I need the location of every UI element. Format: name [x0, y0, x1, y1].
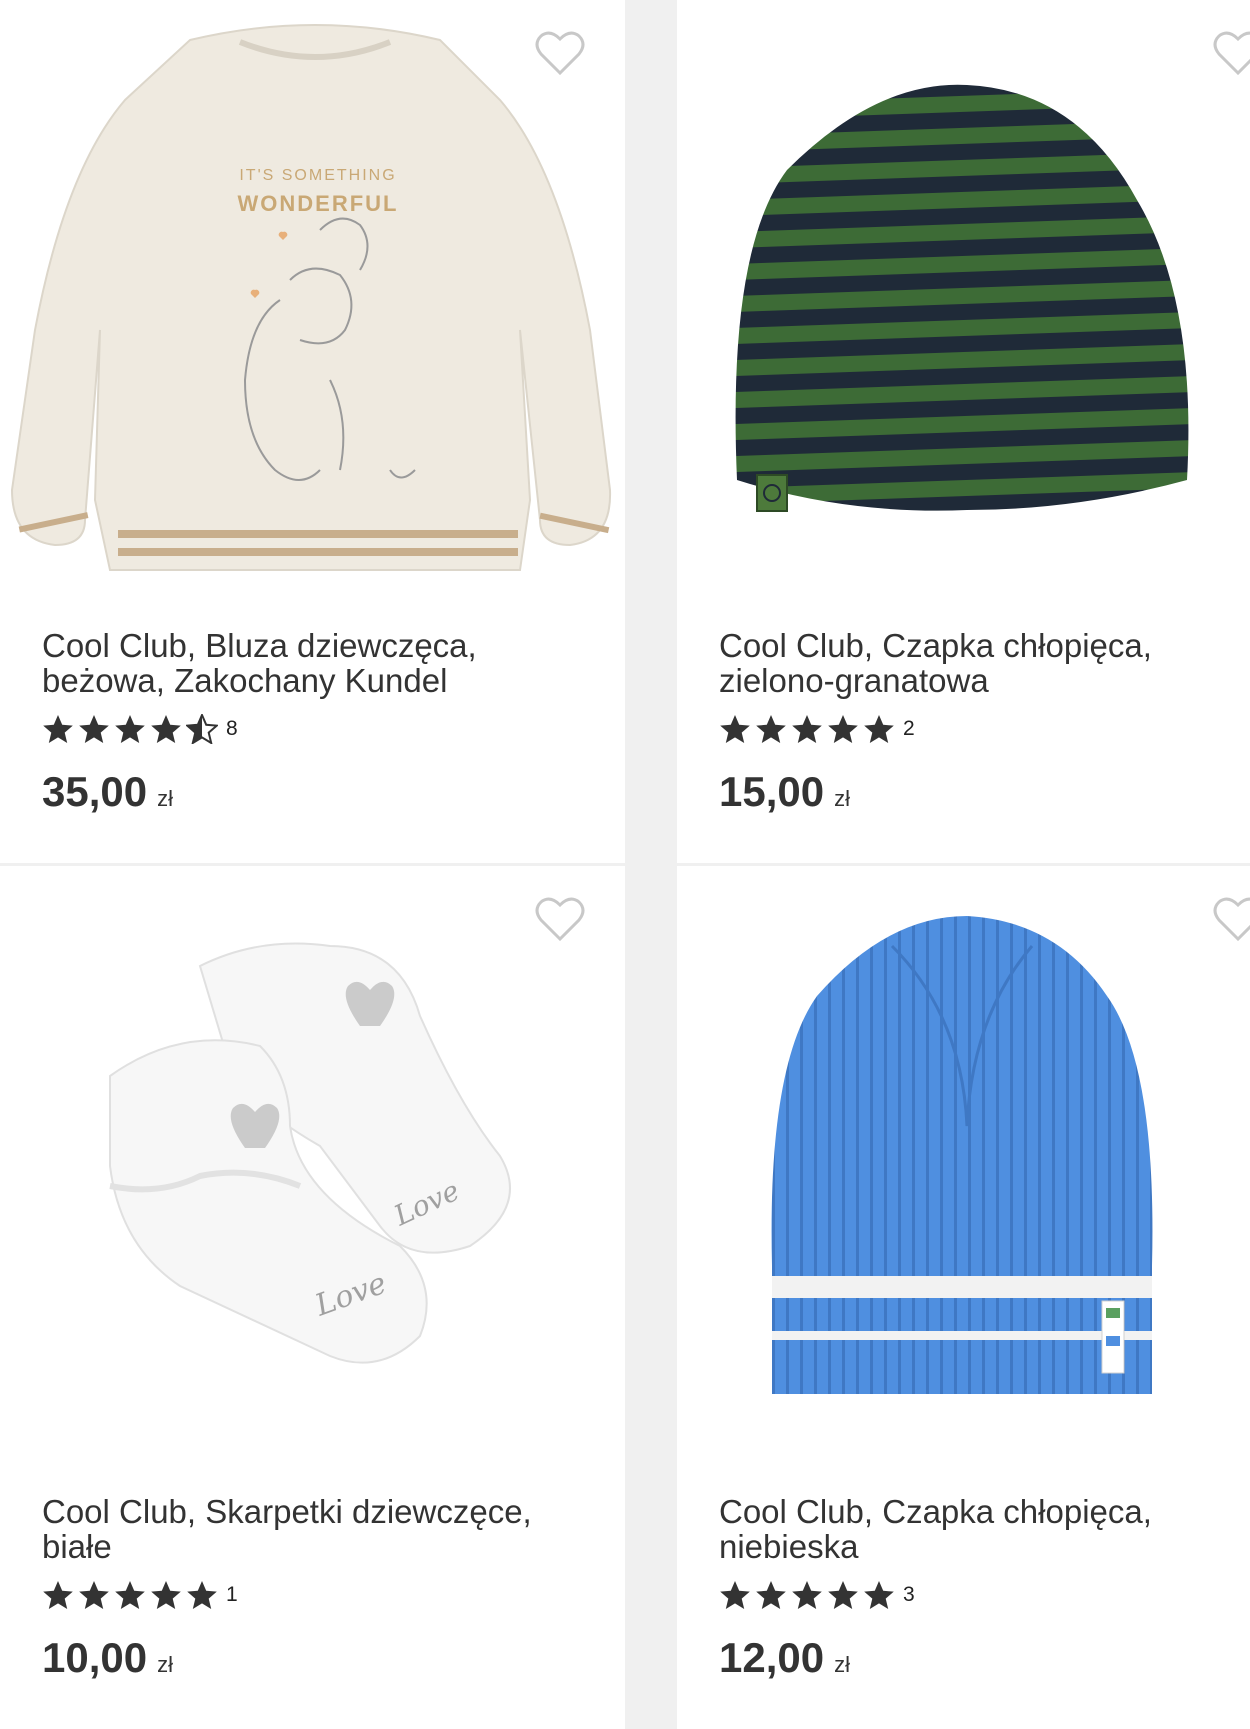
review-count: 3: [903, 1583, 915, 1606]
heart-outline-icon[interactable]: [1213, 896, 1250, 942]
star-filled-icon: [79, 715, 109, 743]
review-count: 8: [226, 717, 238, 740]
star-rating: [719, 1580, 895, 1610]
product-card[interactable]: Love Love Cool Club, Skarpetki dziewczęc…: [0, 866, 625, 1729]
star-filled-icon: [720, 1581, 750, 1609]
star-filled-icon: [792, 715, 822, 743]
price-value: 35,00: [42, 768, 148, 815]
product-image[interactable]: [677, 866, 1250, 1466]
sweatshirt-image: IT'S SOMETHING WONDERFUL: [10, 24, 612, 571]
product-name-line: Cool Club, Czapka chłopięca,: [719, 1493, 1152, 1530]
star-filled-icon: [79, 1581, 109, 1609]
product-name-line: zielono-granatowa: [719, 662, 989, 699]
price-value: 15,00: [719, 768, 825, 815]
product-card[interactable]: Cool Club, Czapka chłopięca, niebieska 3…: [677, 866, 1250, 1729]
product-name[interactable]: Cool Club, Bluza dziewczęca, beżowa, Zak…: [42, 628, 562, 698]
star-filled-icon: [828, 1581, 858, 1609]
price-currency: zł: [834, 1652, 850, 1677]
product-rating: 2: [719, 714, 915, 744]
star-filled-icon: [187, 1581, 217, 1609]
product-name-line: Cool Club, Skarpetki dziewczęce,: [42, 1493, 532, 1530]
product-name[interactable]: Cool Club, Czapka chłopięca, niebieska: [719, 1494, 1239, 1564]
star-filled-icon: [115, 715, 145, 743]
price-currency: zł: [834, 786, 850, 811]
heart-outline-icon[interactable]: [1213, 30, 1250, 76]
product-rating: 3: [719, 1580, 915, 1610]
product-name[interactable]: Cool Club, Czapka chłopięca, zielono-gra…: [719, 628, 1239, 698]
price-value: 12,00: [719, 1634, 825, 1681]
price-value: 10,00: [42, 1634, 148, 1681]
heart-outline-icon[interactable]: [535, 896, 585, 942]
review-count: 1: [226, 1583, 238, 1606]
product-rating: 1: [42, 1580, 238, 1610]
star-filled-icon: [864, 1581, 894, 1609]
star-filled-icon: [828, 715, 858, 743]
star-half-icon: [186, 714, 218, 744]
booties-image: Love Love: [109, 942, 511, 1364]
star-filled-icon: [792, 1581, 822, 1609]
product-name-line: Cool Club, Czapka chłopięca,: [719, 627, 1152, 664]
product-image[interactable]: [677, 0, 1250, 600]
price-currency: zł: [157, 786, 173, 811]
star-filled-icon: [43, 715, 73, 743]
svg-text:WONDERFUL: WONDERFUL: [238, 191, 399, 216]
star-filled-icon: [151, 1581, 181, 1609]
striped-beanie-image: [735, 84, 1189, 512]
star-rating: [42, 1580, 218, 1610]
product-price: 12,00 zł: [719, 1634, 850, 1682]
blue-beanie-image: [771, 916, 1153, 1394]
product-price: 35,00 zł: [42, 768, 173, 816]
star-filled-icon: [756, 715, 786, 743]
product-name-line: niebieska: [719, 1528, 859, 1565]
star-filled-icon: [864, 715, 894, 743]
product-rating: 8: [42, 714, 238, 744]
product-name-line: Cool Club, Bluza dziewczęca,: [42, 627, 477, 664]
product-name[interactable]: Cool Club, Skarpetki dziewczęce, białe: [42, 1494, 562, 1564]
star-filled-icon: [43, 1581, 73, 1609]
price-currency: zł: [157, 1652, 173, 1677]
product-price: 15,00 zł: [719, 768, 850, 816]
product-card[interactable]: IT'S SOMETHING WONDERFUL Cool Club, Bluz…: [0, 0, 625, 863]
product-image[interactable]: Love Love: [0, 866, 625, 1466]
product-name-line: białe: [42, 1528, 112, 1565]
star-filled-icon: [151, 715, 181, 743]
product-price: 10,00 zł: [42, 1634, 173, 1682]
star-filled-icon: [720, 715, 750, 743]
product-image[interactable]: IT'S SOMETHING WONDERFUL: [0, 0, 625, 600]
product-name-line: beżowa, Zakochany Kundel: [42, 662, 448, 699]
star-filled-icon: [756, 1581, 786, 1609]
star-rating: [42, 714, 218, 744]
star-rating: [719, 714, 895, 744]
star-filled-icon: [115, 1581, 145, 1609]
review-count: 2: [903, 717, 915, 740]
svg-text:IT'S SOMETHING: IT'S SOMETHING: [239, 167, 396, 184]
heart-outline-icon[interactable]: [535, 30, 585, 76]
product-card[interactable]: Cool Club, Czapka chłopięca, zielono-gra…: [677, 0, 1250, 863]
